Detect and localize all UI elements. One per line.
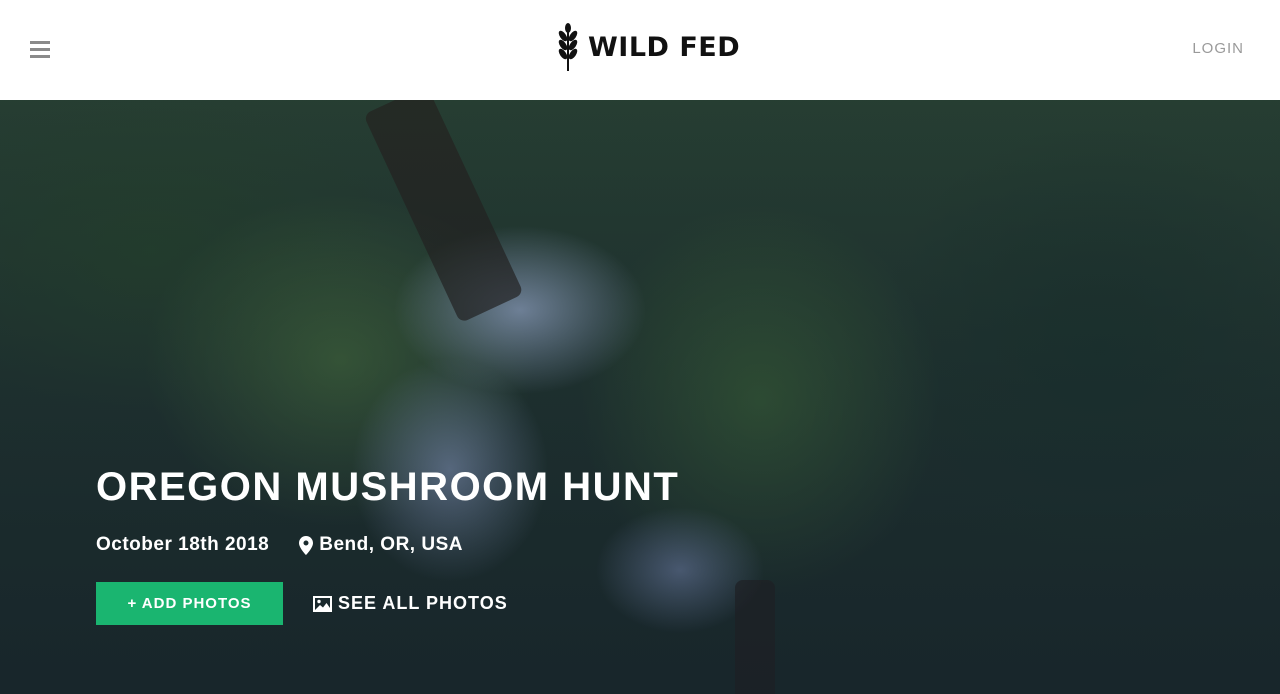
login-link[interactable]: LOGIN xyxy=(1192,40,1244,57)
event-date: October 18th 2018 xyxy=(96,534,270,555)
logo-text: WILD FED xyxy=(588,31,741,63)
wheat-leaf-logo-icon xyxy=(558,23,578,71)
add-photos-button[interactable]: + ADD PHOTOS xyxy=(96,582,283,625)
event-location: Bend, OR, USA xyxy=(299,534,463,556)
map-pin-icon xyxy=(299,535,314,555)
see-all-photos-label: SEE ALL PHOTOS xyxy=(338,593,508,613)
hamburger-menu-icon[interactable] xyxy=(30,41,50,59)
hero-actions: + ADD PHOTOS SEE ALL PHOTOS xyxy=(96,582,679,625)
see-all-photos-link[interactable]: SEE ALL PHOTOS xyxy=(313,593,508,614)
hero-content: OREGON MUSHROOM HUNT October 18th 2018 B… xyxy=(96,462,679,625)
page-title: OREGON MUSHROOM HUNT xyxy=(96,465,680,509)
brand-logo[interactable]: WILD FED xyxy=(556,22,740,72)
top-header: WILD FED LOGIN xyxy=(0,0,1280,100)
location-text: Bend, OR, USA xyxy=(319,534,463,555)
image-icon xyxy=(313,595,332,612)
event-meta: October 18th 2018 Bend, OR, USA xyxy=(96,534,679,556)
hero-banner: OREGON MUSHROOM HUNT October 18th 2018 B… xyxy=(0,100,1280,694)
